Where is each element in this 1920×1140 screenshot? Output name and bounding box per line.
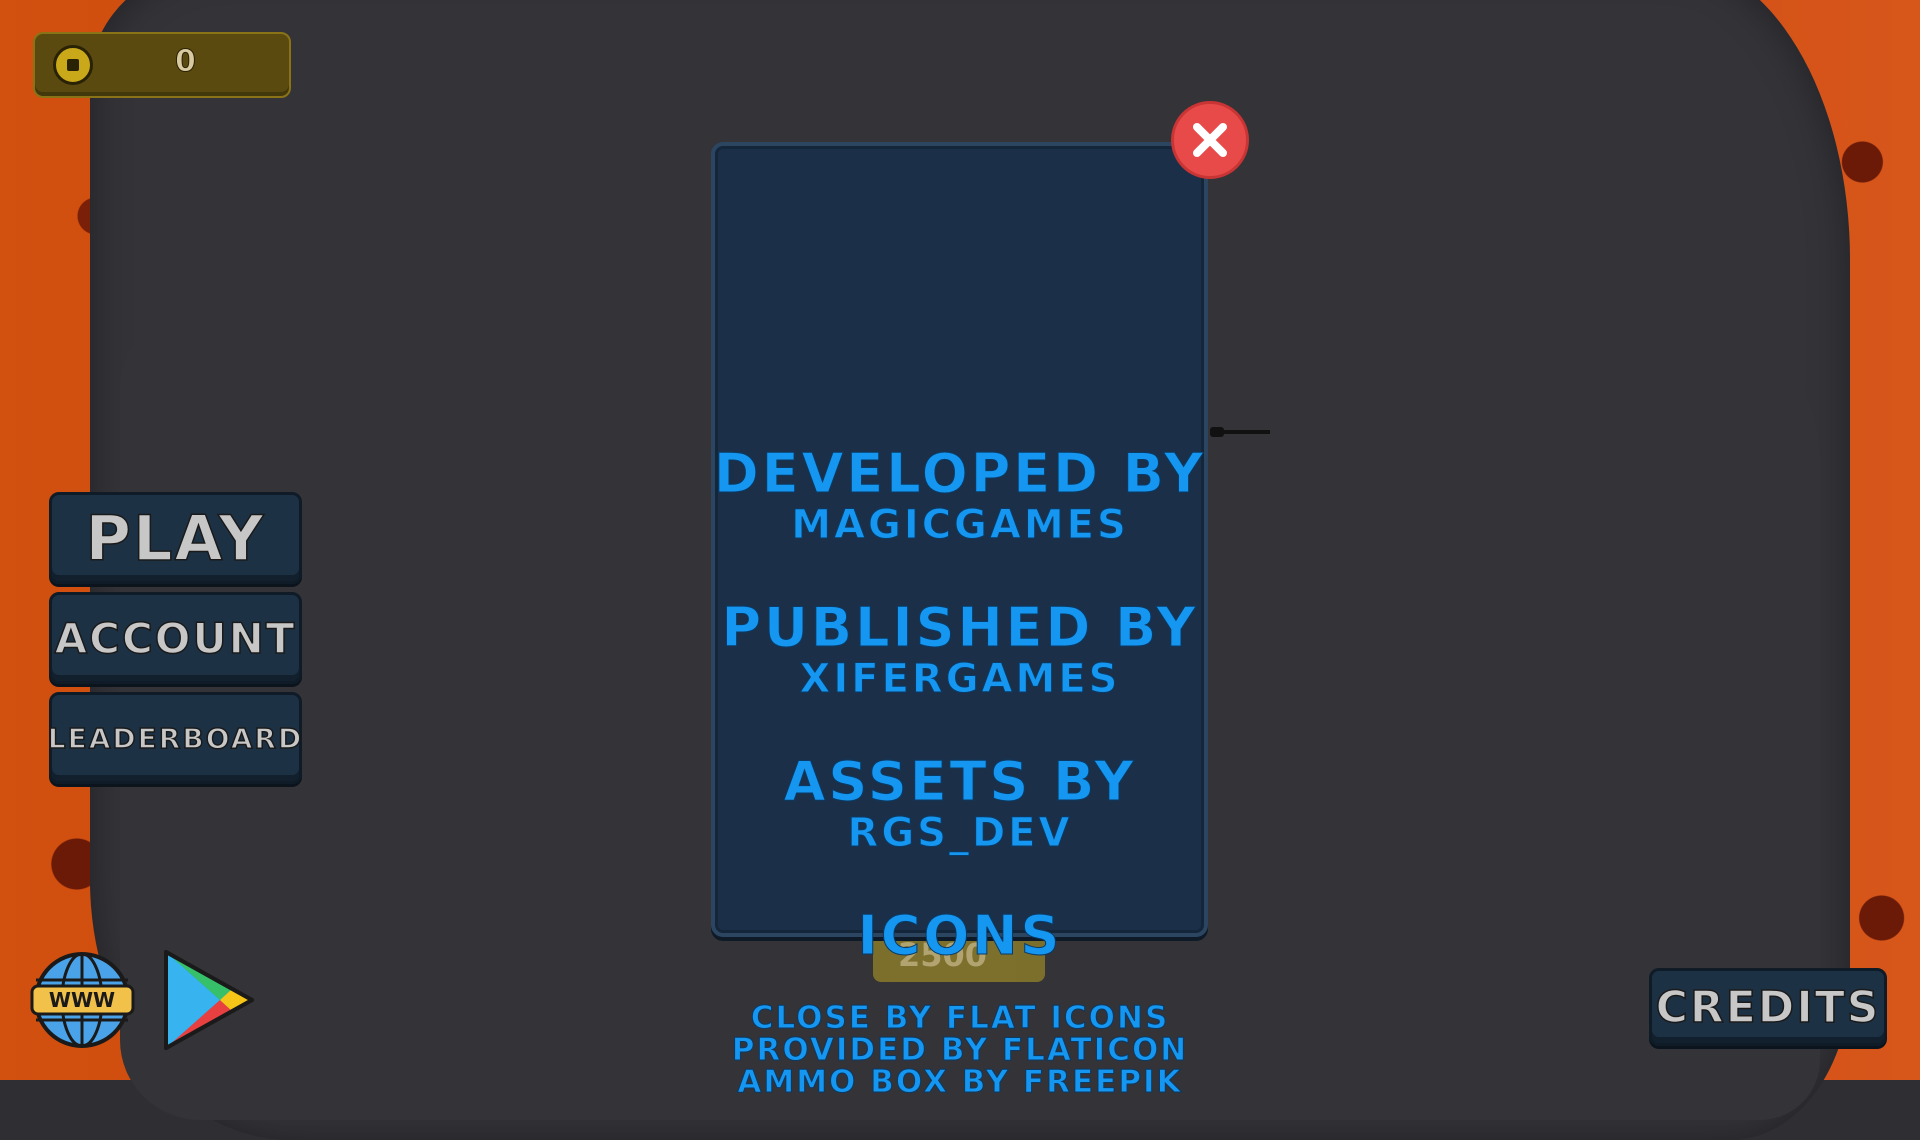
coin-counter: 0 xyxy=(33,32,291,98)
account-button[interactable]: ACCOUNT xyxy=(49,592,302,684)
coin-icon xyxy=(53,45,93,85)
icons-line-1: CLOSE BY FLAT ICONS xyxy=(750,1000,1170,1037)
icons-line-3: AMMO BOX BY FREEPIK xyxy=(737,1064,1183,1101)
icons-line-2: PROVIDED BY FLATICON xyxy=(731,1032,1189,1069)
close-icon xyxy=(1193,123,1227,157)
published-name: XIFERGAMES xyxy=(799,656,1121,703)
close-button[interactable] xyxy=(1171,101,1249,179)
developed-heading: DEVELOPED BY xyxy=(713,442,1207,506)
assets-heading: ASSETS BY xyxy=(783,750,1137,814)
globe-icon[interactable]: WWW xyxy=(30,950,135,1050)
icons-heading: ICONS xyxy=(857,904,1063,968)
play-store-icon[interactable] xyxy=(160,948,260,1052)
coin-count: 0 xyxy=(175,44,197,80)
developed-name: MAGICGAMES xyxy=(791,502,1129,549)
published-heading: PUBLISHED BY xyxy=(721,596,1199,660)
leaderboard-button[interactable]: LEADERBOARD xyxy=(47,692,302,784)
weapon-sprite xyxy=(1210,427,1270,437)
play-button[interactable]: PLAY xyxy=(49,492,302,584)
assets-name: RGS_DEV xyxy=(847,810,1073,857)
credits-button[interactable]: CREDITS xyxy=(1649,968,1887,1046)
www-label: WWW xyxy=(49,988,115,1012)
